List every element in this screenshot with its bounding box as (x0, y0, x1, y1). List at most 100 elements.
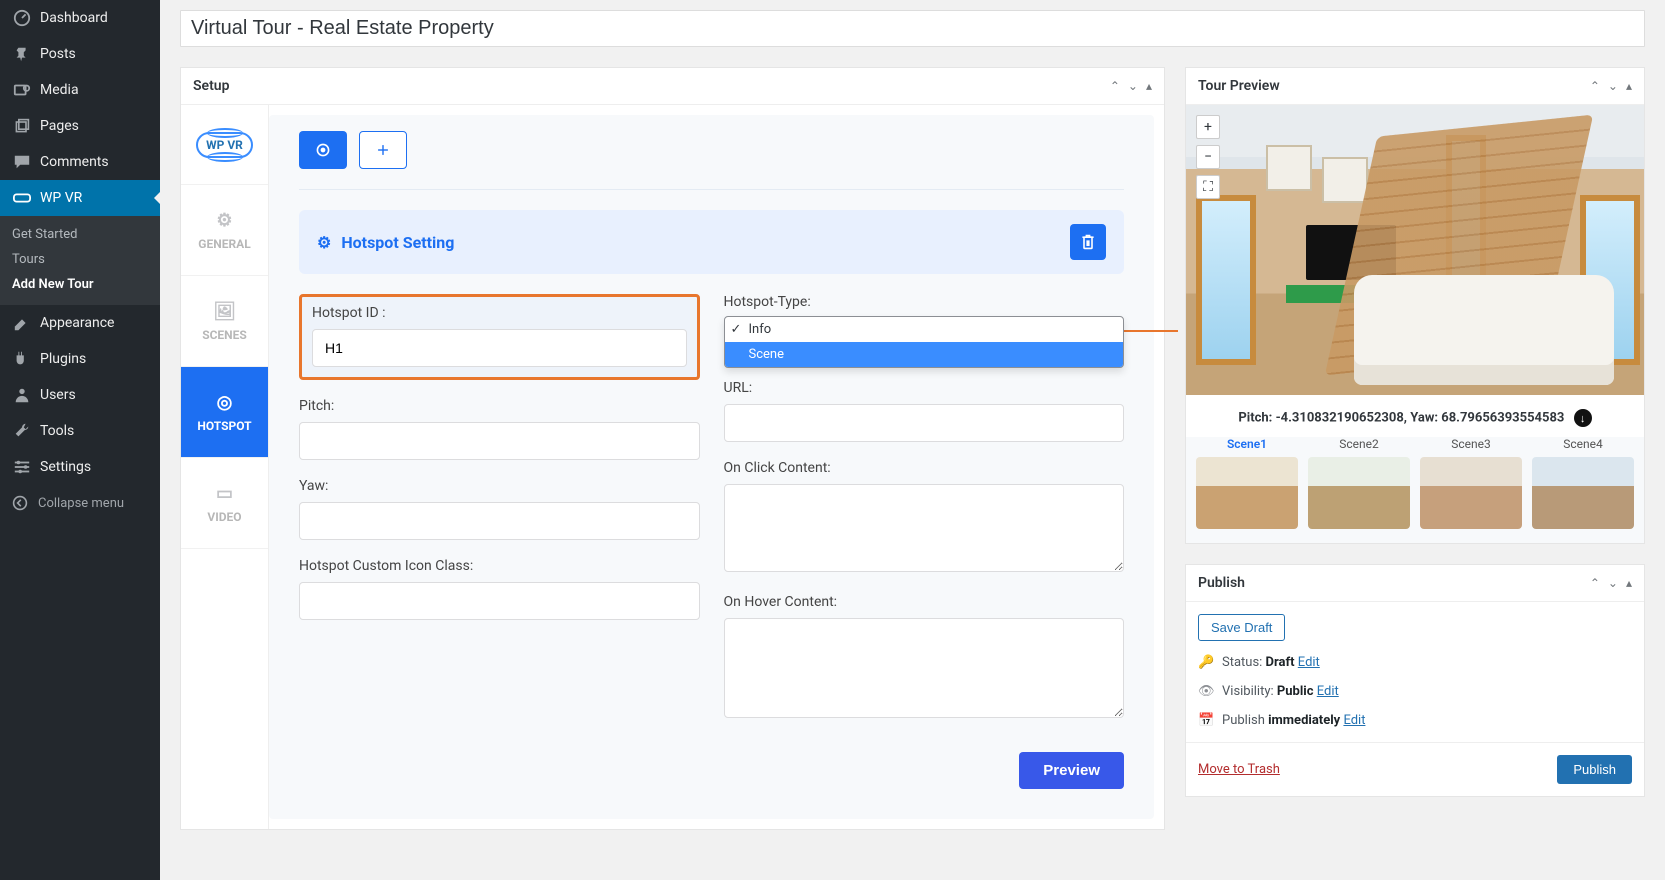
panorama-viewer[interactable]: + − ⛶ (1186, 105, 1644, 395)
sidebar-item-comments[interactable]: Comments (0, 144, 160, 180)
sidebar-label: Users (40, 387, 76, 403)
publish-title: Publish (1198, 575, 1245, 591)
sidebar-label: Plugins (40, 351, 86, 367)
submenu-get-started[interactable]: Get Started (0, 222, 160, 247)
key-icon: 🔑 (1198, 655, 1214, 670)
sidebar-label: Comments (40, 154, 109, 170)
scene-thumb-2[interactable]: Scene2 (1308, 437, 1410, 529)
edit-visibility-link[interactable]: Edit (1317, 684, 1339, 699)
pitch-label: Pitch: (299, 398, 700, 414)
scene-thumb-3[interactable]: Scene3 (1420, 437, 1522, 529)
submenu-add-new[interactable]: Add New Tour (0, 272, 160, 297)
sidebar-item-appearance[interactable]: Appearance (0, 305, 160, 341)
add-hotspot-button[interactable] (359, 131, 407, 169)
hotspot-id-field-highlight: Hotspot ID : (299, 294, 700, 380)
appearance-icon (12, 313, 32, 333)
sidebar-label: Pages (40, 118, 79, 134)
pitch-input[interactable] (299, 422, 700, 460)
target-icon: ◎ (217, 392, 233, 413)
coordinates-readout: Pitch: -4.310832190652308, Yaw: 68.79656… (1186, 395, 1644, 437)
hotspot-type-dropdown[interactable]: Info Scene (724, 316, 1125, 368)
pitch-value: -4.310832190652308 (1276, 411, 1404, 426)
calendar-icon: 📅 (1198, 713, 1214, 728)
sidebar-item-users[interactable]: Users (0, 377, 160, 413)
sidebar-item-posts[interactable]: Posts (0, 36, 160, 72)
move-up-icon[interactable]: ⌃ (1590, 576, 1600, 590)
hotspot-type-label: Hotspot-Type: (724, 294, 1125, 310)
hotspot-id-input[interactable] (312, 329, 687, 367)
admin-sidebar: Dashboard Posts Media Pages Comments WP … (0, 0, 160, 880)
toggle-panel-icon[interactable]: ▴ (1626, 79, 1632, 93)
setup-metabox: Setup ⌃ ⌄ ▴ WP VR (180, 67, 1165, 830)
tab-hotspot[interactable]: ◎ HOTSPOT (181, 367, 268, 458)
vr-icon (12, 188, 32, 208)
zoom-out-button[interactable]: − (1196, 145, 1220, 169)
move-down-icon[interactable]: ⌄ (1608, 576, 1618, 590)
fullscreen-button[interactable]: ⛶ (1196, 175, 1220, 199)
download-icon[interactable]: ↓ (1574, 409, 1592, 427)
move-up-icon[interactable]: ⌃ (1590, 79, 1600, 93)
edit-publish-link[interactable]: Edit (1343, 713, 1365, 728)
collapse-icon (12, 495, 32, 511)
delete-hotspot-button[interactable] (1070, 224, 1106, 260)
move-up-icon[interactable]: ⌃ (1110, 79, 1120, 93)
visibility-value: Public (1277, 684, 1314, 699)
tab-scenes[interactable]: 🖼 SCENES (181, 276, 268, 367)
dropdown-option-scene[interactable]: Scene (725, 342, 1124, 367)
hotspot-id-label: Hotspot ID : (312, 305, 687, 321)
submenu-tours[interactable]: Tours (0, 247, 160, 272)
scene-thumbnails: Scene1 Scene2 Scene3 Scene4 (1186, 437, 1644, 543)
onhover-textarea[interactable] (724, 618, 1125, 718)
icon-class-input[interactable] (299, 582, 700, 620)
move-down-icon[interactable]: ⌄ (1128, 79, 1138, 93)
tour-preview-title: Tour Preview (1198, 78, 1280, 94)
hotspot-item-1[interactable] (299, 131, 347, 169)
setup-head: Setup ⌃ ⌄ ▴ (181, 68, 1164, 105)
tab-general[interactable]: ⚙ GENERAL (181, 185, 268, 276)
eye-icon: 👁 (1198, 684, 1214, 699)
video-icon: ▭ (216, 483, 233, 504)
move-to-trash-link[interactable]: Move to Trash (1198, 762, 1280, 777)
scene-thumb-4[interactable]: Scene4 (1532, 437, 1634, 529)
tools-icon (12, 421, 32, 441)
tour-title-input[interactable] (180, 10, 1645, 47)
sidebar-label: Settings (40, 459, 91, 475)
yaw-value: 68.79656393554583 (1441, 411, 1564, 426)
edit-status-link[interactable]: Edit (1298, 655, 1320, 670)
yaw-input[interactable] (299, 502, 700, 540)
gear-icon: ⚙ (317, 233, 331, 252)
page-icon (12, 116, 32, 136)
zoom-in-button[interactable]: + (1196, 115, 1220, 139)
wpvr-logo: WP VR (181, 105, 268, 185)
sidebar-item-tools[interactable]: Tools (0, 413, 160, 449)
sidebar-item-wpvr[interactable]: WP VR (0, 180, 160, 216)
dashboard-icon (12, 8, 32, 28)
comment-icon (12, 152, 32, 172)
main-content: Setup ⌃ ⌄ ▴ WP VR (160, 0, 1665, 880)
move-down-icon[interactable]: ⌄ (1608, 79, 1618, 93)
settings-icon (12, 457, 32, 477)
dropdown-option-info[interactable]: Info (725, 317, 1124, 342)
publish-metabox: Publish ⌃ ⌄ ▴ Save Draft 🔑 Status: Draft… (1185, 564, 1645, 797)
plus-icon (376, 143, 390, 157)
tab-label: HOTSPOT (197, 419, 251, 433)
trash-icon (1080, 233, 1096, 251)
sidebar-item-pages[interactable]: Pages (0, 108, 160, 144)
toggle-panel-icon[interactable]: ▴ (1146, 79, 1152, 93)
publish-button[interactable]: Publish (1557, 755, 1632, 784)
url-input[interactable] (724, 404, 1125, 442)
sidebar-item-media[interactable]: Media (0, 72, 160, 108)
publish-time-value: immediately (1268, 713, 1340, 728)
scene-thumb-1[interactable]: Scene1 (1196, 437, 1298, 529)
onclick-textarea[interactable] (724, 484, 1125, 572)
yaw-label: Yaw: (299, 478, 700, 494)
save-draft-button[interactable]: Save Draft (1198, 614, 1285, 641)
sidebar-item-dashboard[interactable]: Dashboard (0, 0, 160, 36)
collapse-menu[interactable]: Collapse menu (0, 485, 160, 521)
tab-video[interactable]: ▭ VIDEO (181, 458, 268, 549)
sidebar-item-plugins[interactable]: Plugins (0, 341, 160, 377)
preview-button[interactable]: Preview (1019, 752, 1124, 789)
toggle-panel-icon[interactable]: ▴ (1626, 576, 1632, 590)
sidebar-item-settings[interactable]: Settings (0, 449, 160, 485)
hotspot-setting-label: Hotspot Setting (341, 233, 454, 252)
